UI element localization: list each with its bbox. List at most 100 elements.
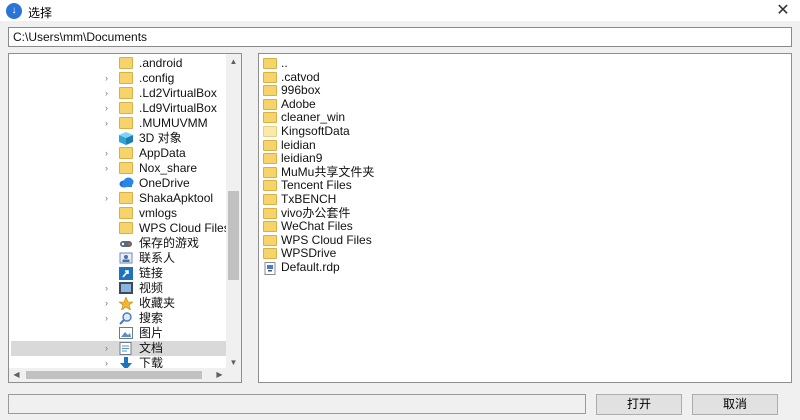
folder-icon [119, 87, 133, 99]
folder-icon [263, 98, 277, 110]
tree-item[interactable]: .android [11, 56, 227, 71]
expand-chevron-icon[interactable]: › [105, 71, 115, 86]
tree-item-label: .Ld9VirtualBox [139, 101, 217, 115]
tree-vertical-scrollbar[interactable]: ▲ ▼ [226, 54, 241, 370]
cloud-icon [119, 177, 134, 189]
folder-icon [263, 85, 277, 97]
tree-item-label: ShakaApktool [139, 191, 214, 205]
file-item-label: TxBENCH [281, 192, 337, 206]
expand-chevron-icon[interactable]: › [105, 296, 115, 311]
folder-icon [263, 248, 277, 260]
tree-item[interactable]: OneDrive [11, 176, 227, 191]
folder-icon [263, 166, 277, 178]
file-list[interactable]: .. .catvod 996box Adobe cleaner_win KingsoftD… [258, 53, 792, 383]
folder-icon [119, 57, 133, 69]
close-button[interactable]: ✕ [766, 0, 800, 22]
folder-icon [263, 71, 277, 83]
file-item-label: vivo办公套件 [281, 205, 351, 220]
file-item-label: .. [281, 56, 288, 70]
tree-item[interactable]: › .MUMUVMM [11, 116, 227, 131]
folder-icon [119, 162, 133, 174]
tree-item-label: WPS Cloud Files [139, 221, 227, 235]
expand-chevron-icon[interactable]: › [105, 101, 115, 116]
tree-item[interactable]: › .Ld2VirtualBox [11, 86, 227, 101]
folder-icon [263, 58, 277, 69]
tree-item-label: 3D 对象 [139, 131, 182, 145]
tree-item[interactable]: › AppData [11, 146, 227, 161]
tree-item-label: 联系人 [139, 251, 176, 265]
documents-icon [119, 342, 133, 355]
file-item-label: MuMu共享文件夹 [281, 164, 375, 179]
folder-icon [119, 102, 133, 114]
folder-icon [263, 234, 277, 246]
expand-chevron-icon[interactable]: › [105, 311, 115, 326]
tree-item[interactable]: › .config [11, 71, 227, 86]
folder-icon [263, 153, 277, 165]
file-item-label: KingsoftData [281, 124, 350, 138]
tree-item-label: .Ld2VirtualBox [139, 86, 217, 100]
tree-item-label: 文档 [139, 341, 164, 355]
file-item-label: WPS Cloud Files [281, 232, 372, 247]
cancel-button[interactable]: 取消 [692, 394, 778, 415]
expand-chevron-icon[interactable]: › [105, 116, 115, 131]
tree-item[interactable]: › ShakaApktool [11, 191, 227, 206]
expand-chevron-icon[interactable]: › [105, 86, 115, 101]
tree-item-label: OneDrive [139, 176, 190, 190]
file-item-label: Adobe [281, 96, 316, 111]
game-icon [119, 237, 133, 249]
tree-item[interactable]: › 文档 [11, 341, 227, 356]
tree-item[interactable]: 联系人 [11, 251, 227, 266]
folder-icon [119, 72, 133, 84]
scroll-up-icon[interactable]: ▲ [226, 54, 241, 69]
expand-chevron-icon[interactable]: › [105, 146, 115, 161]
app-icon: ↓ [6, 3, 22, 19]
expand-chevron-icon[interactable]: › [105, 281, 115, 296]
expand-chevron-icon[interactable]: › [105, 341, 115, 356]
folder-icon [119, 192, 133, 204]
contacts-icon [119, 252, 133, 264]
scroll-thumb[interactable] [228, 191, 239, 280]
tree-item-label: 视频 [139, 281, 164, 295]
pictures-icon [119, 327, 133, 339]
path-input[interactable]: C:\Users\mm\Documents [8, 27, 792, 47]
tree-item-label: 搜索 [139, 311, 164, 325]
file-item-label: Default.rdp [281, 260, 340, 274]
tree-item[interactable]: vmlogs [11, 206, 227, 221]
tree-item[interactable]: 图片 [11, 326, 227, 341]
folder-tree[interactable]: .android › .config › .Ld2VirtualBox › .Ld9Virt… [8, 53, 242, 383]
tree-item-label: AppData [139, 146, 186, 160]
video-icon [119, 282, 133, 294]
folder-icon [119, 207, 133, 219]
file-item-label: WPSDrive [281, 246, 337, 261]
tree-item[interactable]: 链接 [11, 266, 227, 281]
tree-item[interactable]: › 搜索 [11, 311, 227, 326]
scroll-left-icon[interactable]: ◀ [9, 368, 24, 382]
expand-chevron-icon[interactable]: › [105, 161, 115, 176]
folder-icon [263, 180, 277, 192]
folder-icon [263, 194, 277, 205]
tree-item[interactable]: › .Ld9VirtualBox [11, 101, 227, 116]
tree-item-label: .android [139, 56, 183, 70]
tree-item[interactable]: 3D 对象 [11, 131, 227, 146]
scroll-right-icon[interactable]: ▶ [212, 368, 227, 382]
tree-item[interactable]: 保存的游戏 [11, 236, 227, 251]
folder-pale-icon [263, 126, 277, 137]
expand-chevron-icon[interactable]: › [105, 191, 115, 206]
tree-item-label: 链接 [139, 266, 164, 280]
open-button[interactable]: 打开 [596, 394, 682, 415]
file-item-label: Tencent Files [281, 178, 352, 193]
folder-icon [119, 222, 133, 234]
tree-item[interactable]: › 收藏夹 [11, 296, 227, 311]
rdp-file-icon [263, 262, 277, 275]
tree-item-label: Nox_share [139, 161, 198, 175]
window-title: 选择 [28, 6, 53, 20]
tree-item[interactable]: › 视频 [11, 281, 227, 296]
tree-item-label: .MUMUVMM [139, 116, 208, 130]
scroll-thumb[interactable] [26, 371, 202, 379]
tree-item-label: 收藏夹 [139, 296, 176, 310]
tree-item[interactable]: WPS Cloud Files [11, 221, 227, 236]
link-icon [119, 267, 133, 280]
tree-horizontal-scrollbar[interactable]: ◀ ▶ [9, 368, 227, 382]
file-item-label: leidian [281, 137, 316, 152]
tree-item[interactable]: › Nox_share [11, 161, 227, 176]
